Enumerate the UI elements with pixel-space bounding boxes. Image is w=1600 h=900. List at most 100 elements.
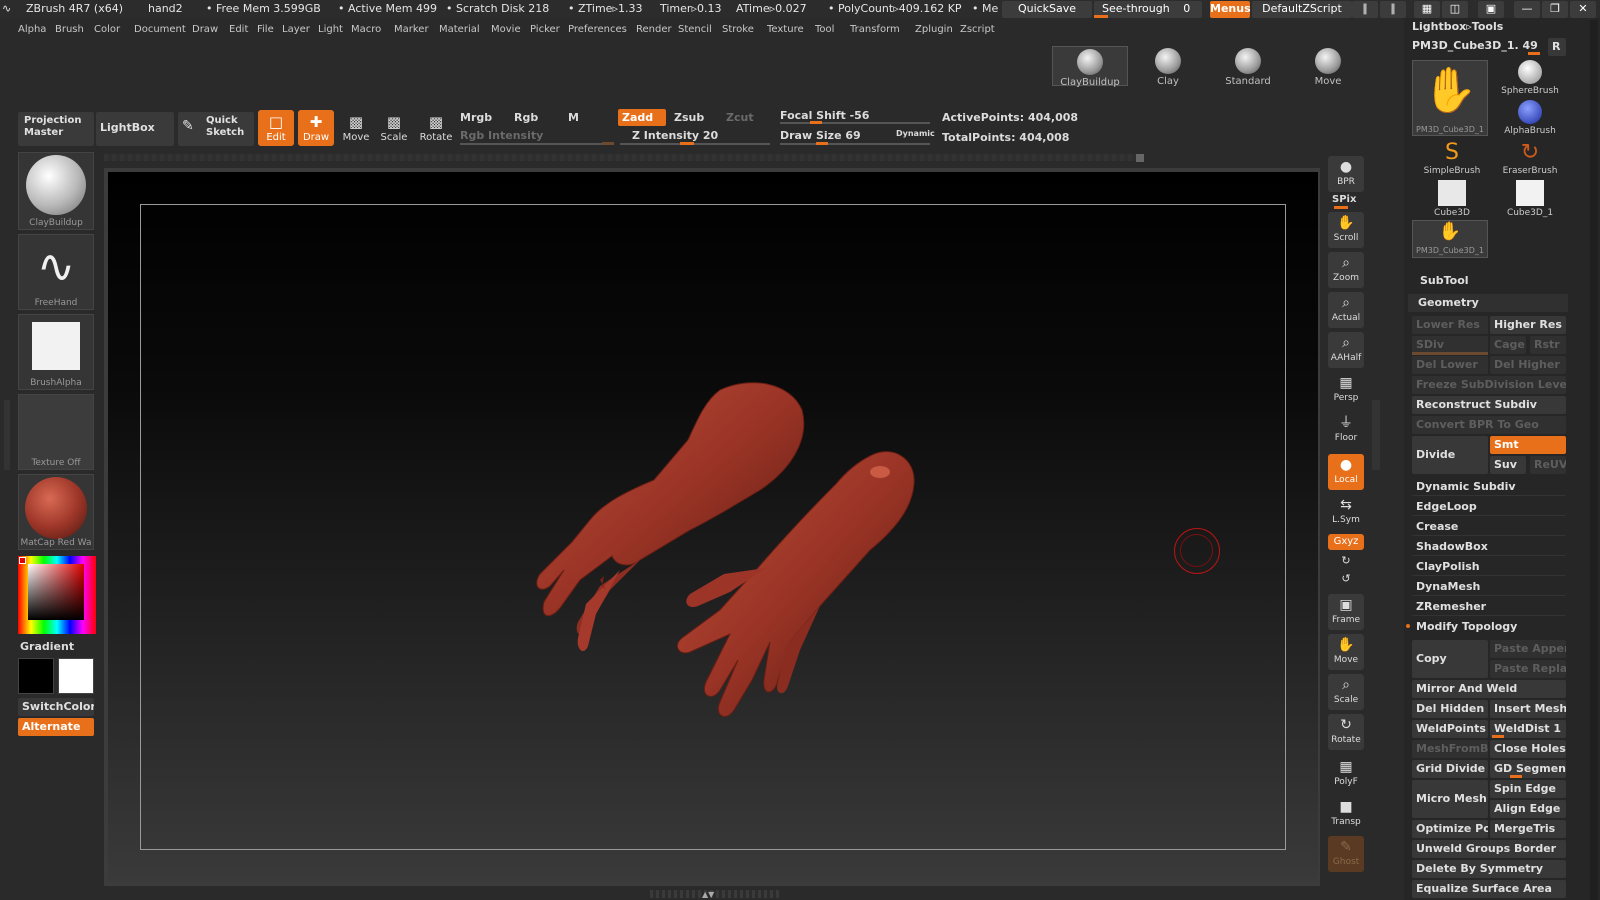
default-zscript-button[interactable]: DefaultZScript — [1252, 1, 1352, 18]
menu-document[interactable]: Document — [134, 24, 186, 35]
material-selector[interactable]: MatCap Red Wa — [18, 474, 94, 550]
tool-cube3d[interactable]: Cube3D — [1414, 180, 1490, 218]
color-picker[interactable] — [18, 556, 96, 634]
projection-master-button[interactable]: Projection Master — [18, 112, 94, 146]
menu-file[interactable]: File — [257, 24, 274, 35]
unweld-groups-border-button[interactable]: Unweld Groups Border — [1412, 840, 1566, 858]
shelf-brush-claybuildup[interactable]: ClayBuildup — [1052, 46, 1128, 88]
bottom-scroll-strip[interactable] — [650, 890, 780, 898]
spix-slider[interactable]: SPix — [1332, 194, 1356, 205]
gd-segments-slider[interactable]: GD Segment — [1490, 760, 1566, 778]
close-holes-button[interactable]: Close Holes — [1490, 740, 1566, 758]
menu-light[interactable]: Light — [318, 24, 343, 35]
micro-mesh-button[interactable]: Micro Mesh — [1412, 780, 1488, 818]
align-edge-button[interactable]: Align Edge — [1490, 800, 1566, 818]
shelf-brush-move[interactable]: Move — [1290, 46, 1366, 87]
aahalf-button[interactable]: ⌕ AAHalf — [1328, 332, 1364, 368]
focal-shift-slider[interactable]: Focal Shift -56 — [780, 109, 869, 122]
spin-edge-button[interactable]: Spin Edge — [1490, 780, 1566, 798]
ui-split-icon[interactable]: ◫ — [1442, 1, 1468, 18]
stroke-selector[interactable]: ∿ FreeHand — [18, 234, 94, 310]
menu-material[interactable]: Material — [439, 24, 480, 35]
cage-button[interactable]: Cage — [1490, 336, 1526, 354]
tool-r-button[interactable]: R — [1548, 38, 1566, 56]
bottom-expand-icon[interactable]: ▲▼ — [702, 890, 714, 899]
lock-icon[interactable]: ▣ — [1478, 1, 1504, 18]
zoom-button[interactable]: ⌕ Zoom — [1328, 252, 1364, 288]
hand-mesh-model[interactable] — [520, 380, 940, 730]
lsym-button[interactable]: ⇆ L.Sym — [1328, 494, 1364, 530]
higher-res-button[interactable]: Higher Res — [1490, 316, 1566, 334]
copy-button[interactable]: Copy — [1412, 640, 1488, 678]
rstr-button[interactable]: Rstr — [1530, 336, 1566, 354]
insert-mesh-button[interactable]: Insert Mesh — [1490, 700, 1566, 718]
del-hidden-button[interactable]: Del Hidden — [1412, 700, 1488, 718]
edit-button[interactable]: □ Edit — [258, 110, 294, 146]
rotate-view-button[interactable]: ↻ Rotate — [1328, 714, 1364, 750]
optimize-points-button[interactable]: Optimize Poi — [1412, 820, 1488, 838]
dynamic-toggle[interactable]: Dynamic — [896, 129, 935, 138]
brush-selector[interactable]: ClayBuildup — [18, 152, 94, 230]
del-higher-button[interactable]: Del Higher — [1490, 356, 1566, 374]
right-tray-handle[interactable] — [1372, 400, 1380, 470]
tool-cube3d-1[interactable]: Cube3D_1 — [1492, 180, 1568, 218]
menu-stencil[interactable]: Stencil — [678, 24, 712, 35]
scale-view-button[interactable]: ⌕ Scale — [1328, 674, 1364, 710]
menus-button[interactable]: Menus — [1210, 1, 1251, 18]
zcut-button[interactable]: Zcut — [726, 111, 754, 124]
menu-color[interactable]: Color — [94, 24, 120, 35]
freeze-subdiv-button[interactable]: Freeze SubDivision Levels — [1412, 376, 1566, 394]
rgb-button[interactable]: Rgb — [514, 111, 538, 124]
shelf-brush-clay[interactable]: Clay — [1130, 46, 1206, 87]
switchcolor-button[interactable]: SwitchColor — [18, 698, 94, 716]
m-button[interactable]: M — [568, 111, 579, 124]
convert-bpr-button[interactable]: Convert BPR To Geo — [1412, 416, 1566, 434]
ghost-button[interactable]: ✎ Ghost — [1328, 836, 1364, 872]
modify-topology-section[interactable]: Modify Topology — [1412, 618, 1566, 636]
main-color-swatch[interactable] — [18, 658, 54, 694]
zsub-button[interactable]: Zsub — [674, 111, 704, 124]
menu-brush[interactable]: Brush — [55, 24, 84, 35]
transp-button[interactable]: ■ Transp — [1328, 796, 1364, 832]
alpha-selector[interactable]: BrushAlpha — [18, 314, 94, 390]
floor-button[interactable]: ⏚ Floor — [1328, 412, 1364, 448]
dynamic-subdiv-section[interactable]: Dynamic Subdiv — [1412, 478, 1566, 496]
zremesher-section[interactable]: ZRemesher — [1412, 598, 1566, 616]
lightbox-tools-header[interactable]: Lightbox▹Tools — [1412, 18, 1503, 36]
rotate-y-icon[interactable]: ↻ — [1328, 554, 1364, 570]
tool-spherebrush[interactable]: SphereBrush — [1492, 60, 1568, 96]
meshfrombrush-button[interactable]: MeshFromBr — [1412, 740, 1488, 758]
actual-button[interactable]: ⌕ Actual — [1328, 292, 1364, 328]
delete-by-symmetry-button[interactable]: Delete By Symmetry — [1412, 860, 1566, 878]
left-tray-handle[interactable] — [4, 400, 10, 470]
bpr-button[interactable]: ● BPR — [1328, 156, 1364, 192]
lower-res-button[interactable]: Lower Res — [1412, 316, 1488, 334]
right-panel-scrollbar[interactable] — [1590, 20, 1598, 900]
menu-picker[interactable]: Picker — [530, 24, 560, 35]
scroll-button[interactable]: ✋ Scroll — [1328, 212, 1364, 248]
rotate-z-icon[interactable]: ↺ — [1328, 572, 1364, 588]
alternate-button[interactable]: Alternate — [18, 718, 94, 736]
texture-selector[interactable]: Texture Off — [18, 394, 94, 470]
paste-replace-button[interactable]: Paste Replac — [1490, 660, 1566, 678]
rgb-intensity-slider[interactable]: Rgb Intensity — [460, 129, 543, 142]
polyf-button[interactable]: ▦ PolyF — [1328, 756, 1364, 792]
tool-pm3d-cube3d-1[interactable]: ✋ PM3D_Cube3D_1 — [1412, 220, 1488, 258]
menu-zscript[interactable]: Zscript — [960, 24, 995, 35]
menu-movie[interactable]: Movie — [491, 24, 521, 35]
top-scroll-handle[interactable] — [1136, 154, 1144, 162]
reuv-button[interactable]: ReUV — [1530, 456, 1566, 474]
color-picker-square[interactable] — [28, 564, 84, 620]
layout-alt-icon[interactable]: ∥ — [1380, 1, 1406, 18]
mrgb-button[interactable]: Mrgb — [460, 111, 492, 124]
layout-icon[interactable]: ∥ — [1352, 1, 1378, 18]
shelf-brush-standard[interactable]: Standard — [1210, 46, 1286, 87]
paste-append-button[interactable]: Paste Appen — [1490, 640, 1566, 658]
tool-eraserbrush[interactable]: ↻ EraserBrush — [1492, 140, 1568, 176]
frame-button[interactable]: ▣ Frame — [1328, 594, 1364, 630]
grid-divide-button[interactable]: Grid Divide — [1412, 760, 1488, 778]
menu-edit[interactable]: Edit — [229, 24, 248, 35]
geometry-header[interactable]: Geometry — [1418, 294, 1479, 312]
crease-section[interactable]: Crease — [1412, 518, 1566, 536]
secondary-color-swatch[interactable] — [58, 658, 94, 694]
